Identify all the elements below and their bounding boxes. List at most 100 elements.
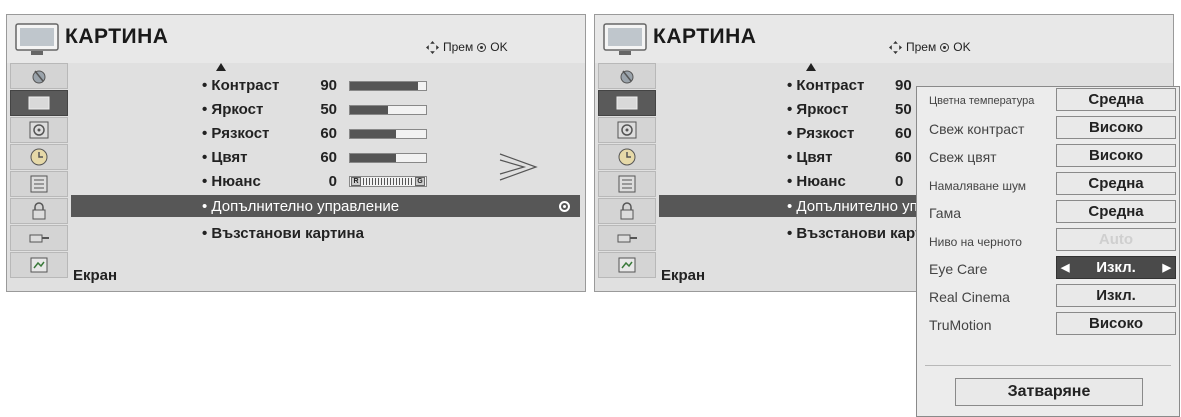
fresh-contrast-value-button[interactable]: Високо [1056, 116, 1176, 139]
menu-header: КАРТИНА Прем OK [595, 15, 1173, 63]
screen-section-label[interactable]: Екран [73, 267, 117, 284]
step-arrow-icon [499, 153, 538, 181]
item-label: • Нюанс [202, 172, 261, 190]
slider-fill [350, 154, 396, 162]
color-value: 60 [320, 149, 337, 166]
menu-header: КАРТИНА Прем OK [7, 15, 585, 63]
contrast-value: 90 [320, 77, 337, 94]
tint-value: 0 [328, 173, 337, 190]
sidebar-item-picture[interactable] [598, 90, 656, 116]
menu-item-sharpness[interactable]: • Рязкост [202, 121, 269, 145]
tint-r-label: R [351, 177, 361, 186]
nav-hint: Прем OK [426, 40, 508, 54]
sidebar-item-input[interactable] [10, 225, 68, 251]
speaker-icon [29, 121, 49, 139]
item-label: • Контраст [202, 76, 280, 94]
fresh-color-value-button[interactable]: Високо [1056, 144, 1176, 167]
sidebar-item-input[interactable] [598, 225, 656, 251]
clock-icon [30, 148, 48, 166]
item-label: • Рязкост [787, 124, 855, 142]
popup-row-label: Намаляване шум [929, 179, 1027, 193]
screen-section-label[interactable]: Екран [661, 267, 705, 284]
close-button[interactable]: Затваряне [955, 378, 1143, 406]
menu-item-brightness[interactable]: • Яркост [787, 97, 848, 121]
input-icon [617, 234, 637, 243]
scroll-up-arrow-icon[interactable] [216, 63, 226, 71]
left-arrow-icon[interactable]: ◀ [1061, 261, 1069, 274]
menu-item-picture-reset[interactable]: • Възстанови картина [202, 221, 364, 245]
page-title: КАРТИНА [65, 25, 169, 48]
popup-row-trumotion[interactable]: TruMotion Високо [917, 311, 1181, 339]
move-label: Прем [906, 40, 937, 54]
popup-row-eye-care[interactable]: Eye Care ◀ Изкл. ▶ [917, 255, 1181, 283]
picture-icon [28, 96, 50, 110]
ok-label: OK [490, 40, 508, 54]
sidebar [598, 63, 656, 279]
noise-reduction-value-button[interactable]: Средна [1056, 172, 1176, 195]
sidebar-item-lock[interactable] [10, 198, 68, 224]
advanced-control-popup: Цветна температура Средна Свеж контраст … [916, 86, 1180, 417]
popup-row-label: Real Cinema [929, 289, 1010, 305]
ok-button-icon [477, 42, 487, 52]
sidebar-item-options[interactable] [10, 171, 68, 197]
sidebar-item-lock[interactable] [598, 198, 656, 224]
popup-divider [925, 365, 1171, 366]
slider-fill [350, 130, 396, 138]
sidebar-item-time[interactable] [598, 144, 656, 170]
eye-care-value-selector[interactable]: ◀ Изкл. ▶ [1056, 256, 1176, 279]
brightness-slider[interactable] [349, 105, 427, 115]
popup-row-gamma[interactable]: Гама Средна [917, 199, 1181, 227]
popup-row-black-level[interactable]: Ниво на черното Auto [917, 227, 1181, 255]
menu-item-tint[interactable]: • Нюанс [202, 169, 261, 193]
menu-item-tint[interactable]: • Нюанс [787, 169, 846, 193]
gamma-value-button[interactable]: Средна [1056, 200, 1176, 223]
sidebar-item-picture[interactable] [10, 90, 68, 116]
item-label: • Цвят [202, 148, 248, 166]
settings-icon [30, 175, 48, 193]
tint-scale [363, 178, 413, 185]
picture-icon [616, 96, 638, 110]
menu-item-color[interactable]: • Цвят [202, 145, 248, 169]
sidebar-item-satellite[interactable] [598, 63, 656, 89]
speaker-icon [617, 121, 637, 139]
menu-item-contrast[interactable]: • Контраст [202, 73, 279, 97]
popup-row-noise-reduction[interactable]: Намаляване шум Средна [917, 171, 1181, 199]
real-cinema-value-button[interactable]: Изкл. [1056, 284, 1176, 307]
sidebar-item-time[interactable] [10, 144, 68, 170]
tint-slider[interactable]: R G [349, 176, 427, 187]
popup-row-label: Свеж контраст [929, 121, 1025, 137]
black-level-value-button: Auto [1056, 228, 1176, 251]
popup-row-label: Ниво на черното [929, 235, 1022, 249]
tint-g-label: G [415, 177, 425, 186]
menu-item-advanced-control[interactable]: • Допълнително управление [659, 195, 984, 217]
popup-row-label: TruMotion [929, 317, 992, 333]
menu-item-brightness[interactable]: • Яркост [202, 97, 263, 121]
sidebar-item-audio[interactable] [10, 117, 68, 143]
popup-row-fresh-color[interactable]: Свеж цвят Високо [917, 143, 1181, 171]
usb-icon [30, 257, 48, 273]
popup-row-real-cinema[interactable]: Real Cinema Изкл. [917, 283, 1181, 311]
menu-item-color[interactable]: • Цвят [787, 145, 833, 169]
move-arrows-icon [426, 40, 439, 54]
color-slider[interactable] [349, 153, 427, 163]
slider-fill [350, 82, 419, 90]
popup-row-fresh-contrast[interactable]: Свеж контраст Високо [917, 115, 1181, 143]
right-arrow-icon[interactable]: ▶ [1163, 261, 1171, 274]
sidebar-item-audio[interactable] [598, 117, 656, 143]
contrast-slider[interactable] [349, 81, 427, 91]
ok-label: OK [953, 40, 971, 54]
sidebar-item-options[interactable] [598, 171, 656, 197]
menu-item-sharpness[interactable]: • Рязкост [787, 121, 854, 145]
color-temperature-value-button[interactable]: Средна [1056, 88, 1176, 111]
scroll-up-arrow-icon[interactable] [806, 63, 816, 71]
popup-row-color-temperature[interactable]: Цветна температура Средна [917, 87, 1181, 115]
sidebar-item-usb[interactable] [598, 252, 656, 278]
menu-item-contrast[interactable]: • Контраст [787, 73, 864, 97]
trumotion-value-button[interactable]: Високо [1056, 312, 1176, 335]
move-arrows-icon [889, 40, 902, 54]
menu-item-advanced-control[interactable]: • Допълнително управление [71, 195, 580, 217]
page-title: КАРТИНА [653, 25, 757, 48]
sidebar-item-satellite[interactable] [10, 63, 68, 89]
sidebar-item-usb[interactable] [10, 252, 68, 278]
sharpness-slider[interactable] [349, 129, 427, 139]
